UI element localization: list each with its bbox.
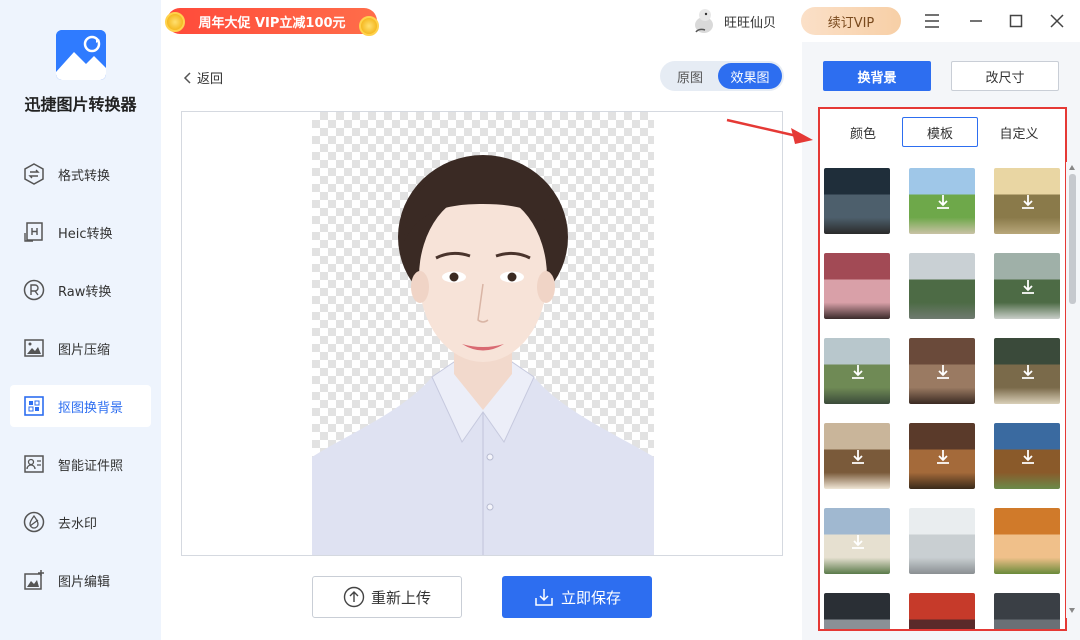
sidebar-item-label: Raw转换: [58, 284, 112, 300]
reupload-button[interactable]: 重新上传: [312, 576, 462, 618]
template-thumbnail-highland-cow[interactable]: [909, 423, 975, 489]
menu-icon[interactable]: [921, 10, 943, 32]
template-thumbnail-partial-1[interactable]: [824, 593, 890, 629]
compress-icon: [22, 336, 46, 360]
download-icon: [1022, 195, 1034, 209]
sidebar-item-heic[interactable]: Heic转换: [10, 211, 151, 253]
sidebar-item-label: 去水印: [58, 516, 98, 532]
template-thumbnail-fox[interactable]: [994, 508, 1060, 574]
download-icon: [937, 195, 949, 209]
raw-icon: [22, 278, 46, 302]
template-panel: 颜色 模板 自定义: [818, 107, 1067, 631]
renew-vip-label: 续订VIP: [827, 15, 875, 31]
coin-icon: [165, 12, 185, 32]
minimize-icon[interactable]: [965, 10, 987, 32]
tab-resize[interactable]: 改尺寸: [951, 61, 1059, 91]
avatar[interactable]: [691, 6, 719, 34]
sidebar-item-raw[interactable]: Raw转换: [10, 269, 151, 311]
template-thumbnail-bird-branch[interactable]: [824, 423, 890, 489]
template-thumbnail-goat-mountain[interactable]: [824, 508, 890, 574]
sidebar-item-label: 格式转换: [58, 168, 111, 184]
preview-canvas: [181, 111, 783, 556]
download-icon: [1022, 365, 1034, 379]
subtab-template[interactable]: 模板: [902, 117, 978, 147]
scrollbar-thumb[interactable]: [1069, 174, 1076, 304]
view-toggle: 原图 效果图: [660, 61, 784, 91]
upload-icon: [343, 586, 365, 608]
subtab-color[interactable]: 颜色: [825, 117, 901, 147]
download-icon: [1022, 450, 1034, 464]
scroll-up-icon[interactable]: [1068, 164, 1076, 172]
promo-banner[interactable]: 周年大促 VIP立减100元: [167, 8, 377, 34]
promo-text: 周年大促 VIP立减100元: [198, 15, 346, 31]
renew-vip-button[interactable]: 续订VIP: [801, 7, 901, 35]
watermark-icon: [22, 510, 46, 534]
template-thumbnail-snow-leopard[interactable]: [909, 508, 975, 574]
username[interactable]: 旺旺仙贝: [724, 12, 776, 31]
sidebar-item-compress[interactable]: 图片压缩: [10, 327, 151, 369]
template-thumbnail-deer[interactable]: [994, 338, 1060, 404]
subtab-custom[interactable]: 自定义: [981, 117, 1057, 147]
template-thumbnail-road-sunset[interactable]: [994, 168, 1060, 234]
heic-icon: [22, 220, 46, 244]
sidebar-item-label: 图片编辑: [58, 574, 111, 590]
template-thumbnail-road-dark[interactable]: [824, 168, 890, 234]
template-thumbnail-curvy-road[interactable]: [994, 253, 1060, 319]
save-icon: [533, 586, 555, 608]
sidebar: 迅捷图片转换器 格式转换 Heic转换 Raw转换 图片压缩 抠图换背景 智能证…: [0, 0, 161, 640]
template-thumbnail-forest-road[interactable]: [824, 338, 890, 404]
maximize-icon[interactable]: [1005, 10, 1027, 32]
download-icon: [852, 365, 864, 379]
back-button[interactable]: 返回: [181, 68, 223, 87]
save-button[interactable]: 立即保存: [502, 576, 652, 618]
id-photo-icon: [22, 452, 46, 476]
template-thumbnail-tree-bark[interactable]: [909, 338, 975, 404]
download-icon: [852, 535, 864, 549]
toggle-original[interactable]: 原图: [664, 63, 716, 89]
template-thumbnail-horse-drinking[interactable]: [994, 423, 1060, 489]
chevron-left-icon: [183, 71, 191, 84]
pointer-arrow-icon: [726, 118, 813, 144]
download-icon: [852, 450, 864, 464]
download-icon: [937, 450, 949, 464]
template-thumbnail-partial-2[interactable]: [909, 593, 975, 629]
background-subtabs: 颜色 模板 自定义: [820, 117, 1065, 147]
sidebar-item-format-convert[interactable]: 格式转换: [10, 153, 151, 195]
format-convert-icon: [22, 162, 46, 186]
app-title: 迅捷图片转换器: [24, 95, 137, 114]
template-scrollbar[interactable]: [1066, 162, 1078, 618]
sidebar-item-label: Heic转换: [58, 226, 113, 242]
download-icon: [937, 365, 949, 379]
sidebar-item-watermark[interactable]: 去水印: [10, 501, 151, 543]
toggle-effect[interactable]: 效果图: [718, 63, 782, 89]
scroll-down-icon[interactable]: [1068, 606, 1076, 614]
sidebar-item-cutout[interactable]: 抠图换背景: [10, 385, 151, 427]
template-thumbnail-road-field[interactable]: [909, 168, 975, 234]
sidebar-item-label: 图片压缩: [58, 342, 111, 358]
image-edit-icon: [22, 568, 46, 592]
sidebar-item-id-photo[interactable]: 智能证件照: [10, 443, 151, 485]
top-bar: 周年大促 VIP立减100元 旺旺仙贝 续订VIP: [161, 0, 1080, 42]
sidebar-nav: 格式转换 Heic转换 Raw转换 图片压缩 抠图换背景 智能证件照 去水印 图…: [10, 153, 151, 617]
coin-icon: [359, 16, 379, 36]
close-icon[interactable]: [1046, 10, 1068, 32]
tab-change-background[interactable]: 换背景: [823, 61, 931, 91]
template-thumbnail-cherry-branch[interactable]: [824, 253, 890, 319]
sidebar-item-label: 抠图换背景: [58, 400, 124, 416]
reupload-label: 重新上传: [370, 588, 431, 607]
download-icon: [1022, 280, 1034, 294]
sidebar-item-image-edit[interactable]: 图片编辑: [10, 559, 151, 601]
sidebar-item-label: 智能证件照: [58, 458, 124, 474]
cutout-icon: [22, 394, 46, 418]
save-label: 立即保存: [560, 588, 621, 607]
template-thumbnail-partial-3[interactable]: [994, 593, 1060, 629]
portrait-image: [312, 155, 654, 555]
app-logo-icon: [56, 30, 106, 80]
template-thumbnail-foggy-road[interactable]: [909, 253, 975, 319]
back-label: 返回: [197, 72, 224, 87]
